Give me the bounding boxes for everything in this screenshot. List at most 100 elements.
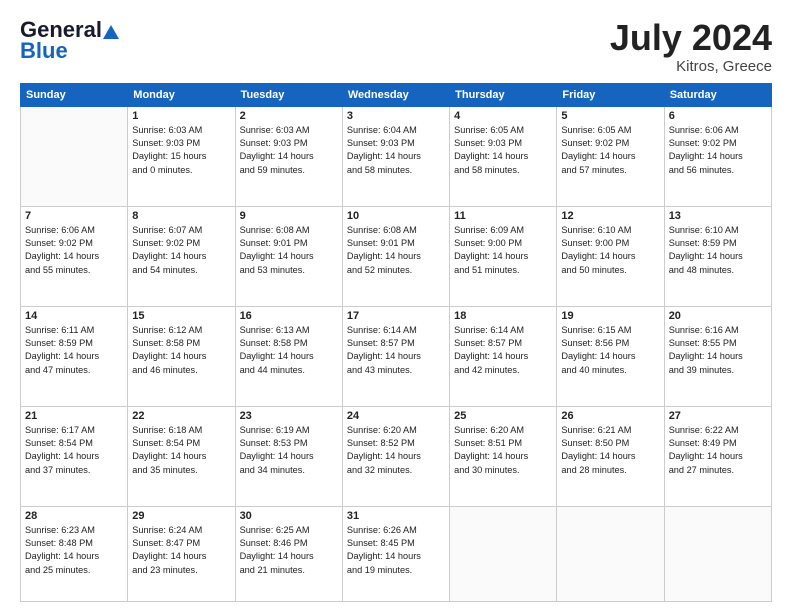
day-number: 22 <box>132 410 230 422</box>
title-block: July 2024 Kitros, Greece <box>610 18 772 75</box>
calendar-cell: 2Sunrise: 6:03 AM Sunset: 9:03 PM Daylig… <box>235 106 342 206</box>
day-number: 18 <box>454 310 552 322</box>
day-info: Sunrise: 6:13 AM Sunset: 8:58 PM Dayligh… <box>240 324 338 377</box>
calendar-cell: 17Sunrise: 6:14 AM Sunset: 8:57 PM Dayli… <box>342 306 449 406</box>
day-info: Sunrise: 6:10 AM Sunset: 9:00 PM Dayligh… <box>561 224 659 277</box>
day-number: 15 <box>132 310 230 322</box>
logo-blue: Blue <box>20 38 68 64</box>
day-number: 20 <box>669 310 767 322</box>
day-info: Sunrise: 6:08 AM Sunset: 9:01 PM Dayligh… <box>240 224 338 277</box>
calendar-cell: 5 Sunrise: 6:05 AM Sunset: 9:02 PM Daylig… <box>557 106 664 206</box>
day-info: Sunrise: 6:06 AM Sunset: 9:02 PM Dayligh… <box>669 124 767 177</box>
header: General Blue July 2024 Kitros, Greece <box>20 18 772 75</box>
calendar-cell: 3 Sunrise: 6:04 AM Sunset: 9:03 PM Daylig… <box>342 106 449 206</box>
calendar-cell: 7 Sunrise: 6:06 AM Sunset: 9:02 PM Daylig… <box>21 206 128 306</box>
day-number: 25 <box>454 410 552 422</box>
day-number: 8 <box>132 210 230 222</box>
day-number: 9 <box>240 210 338 222</box>
calendar-col-sunday: Sunday <box>21 83 128 106</box>
day-info: Sunrise: 6:20 AM Sunset: 8:51 PM Dayligh… <box>454 424 552 477</box>
day-number: 11 <box>454 210 552 222</box>
day-info: Sunrise: 6:03 AM Sunset: 9:03 PM Dayligh… <box>132 124 230 177</box>
day-number: 12 <box>561 210 659 222</box>
calendar-cell: 22 Sunrise: 6:18 AM Sunset: 8:54 PM Dayli… <box>128 406 235 506</box>
day-info: Sunrise: 6:18 AM Sunset: 8:54 PM Dayligh… <box>132 424 230 477</box>
calendar-cell: 29Sunrise: 6:24 AM Sunset: 8:47 PM Dayli… <box>128 506 235 601</box>
day-number: 14 <box>25 310 123 322</box>
day-number: 1 <box>132 110 230 122</box>
calendar-cell <box>557 506 664 601</box>
day-number: 28 <box>25 510 123 522</box>
calendar-cell: 30 Sunrise: 6:25 AM Sunset: 8:46 PM Dayli… <box>235 506 342 601</box>
calendar-cell <box>450 506 557 601</box>
calendar-cell: 25 Sunrise: 6:20 AM Sunset: 8:51 PM Dayli… <box>450 406 557 506</box>
day-info: Sunrise: 6:06 AM Sunset: 9:02 PM Dayligh… <box>25 224 123 277</box>
day-info: Sunrise: 6:16 AM Sunset: 8:55 PM Dayligh… <box>669 324 767 377</box>
day-number: 30 <box>240 510 338 522</box>
day-info: Sunrise: 6:14 AM Sunset: 8:57 PM Dayligh… <box>347 324 445 377</box>
day-info: Sunrise: 6:04 AM Sunset: 9:03 PM Dayligh… <box>347 124 445 177</box>
day-number: 29 <box>132 510 230 522</box>
day-info: Sunrise: 6:26 AM Sunset: 8:45 PM Dayligh… <box>347 524 445 577</box>
calendar-cell <box>664 506 771 601</box>
calendar-cell: 11 Sunrise: 6:09 AM Sunset: 9:00 PM Dayli… <box>450 206 557 306</box>
day-number: 31 <box>347 510 445 522</box>
day-number: 3 <box>347 110 445 122</box>
day-info: Sunrise: 6:20 AM Sunset: 8:52 PM Dayligh… <box>347 424 445 477</box>
month-title: July 2024 <box>610 18 772 58</box>
day-info: Sunrise: 6:21 AM Sunset: 8:50 PM Dayligh… <box>561 424 659 477</box>
day-info: Sunrise: 6:25 AM Sunset: 8:46 PM Dayligh… <box>240 524 338 577</box>
day-info: Sunrise: 6:15 AM Sunset: 8:56 PM Dayligh… <box>561 324 659 377</box>
day-info: Sunrise: 6:14 AM Sunset: 8:57 PM Dayligh… <box>454 324 552 377</box>
calendar-cell: 28Sunrise: 6:23 AM Sunset: 8:48 PM Dayli… <box>21 506 128 601</box>
day-number: 13 <box>669 210 767 222</box>
calendar-col-saturday: Saturday <box>664 83 771 106</box>
calendar-cell: 21Sunrise: 6:17 AM Sunset: 8:54 PM Dayli… <box>21 406 128 506</box>
calendar-cell: 31 Sunrise: 6:26 AM Sunset: 8:45 PM Dayli… <box>342 506 449 601</box>
calendar-cell: 23 Sunrise: 6:19 AM Sunset: 8:53 PM Dayli… <box>235 406 342 506</box>
calendar-cell: 18 Sunrise: 6:14 AM Sunset: 8:57 PM Dayli… <box>450 306 557 406</box>
calendar-week-3: 14 Sunrise: 6:11 AM Sunset: 8:59 PM Dayli… <box>21 306 772 406</box>
calendar-cell: 4Sunrise: 6:05 AM Sunset: 9:03 PM Daylig… <box>450 106 557 206</box>
day-number: 23 <box>240 410 338 422</box>
calendar-cell: 19Sunrise: 6:15 AM Sunset: 8:56 PM Dayli… <box>557 306 664 406</box>
day-info: Sunrise: 6:05 AM Sunset: 9:02 PM Dayligh… <box>561 124 659 177</box>
calendar-col-friday: Friday <box>557 83 664 106</box>
day-info: Sunrise: 6:11 AM Sunset: 8:59 PM Dayligh… <box>25 324 123 377</box>
calendar-cell: 8 Sunrise: 6:07 AM Sunset: 9:02 PM Daylig… <box>128 206 235 306</box>
day-number: 21 <box>25 410 123 422</box>
calendar-cell: 6 Sunrise: 6:06 AM Sunset: 9:02 PM Daylig… <box>664 106 771 206</box>
calendar-header-row: SundayMondayTuesdayWednesdayThursdayFrid… <box>21 83 772 106</box>
day-number: 16 <box>240 310 338 322</box>
day-info: Sunrise: 6:19 AM Sunset: 8:53 PM Dayligh… <box>240 424 338 477</box>
day-info: Sunrise: 6:12 AM Sunset: 8:58 PM Dayligh… <box>132 324 230 377</box>
calendar-col-thursday: Thursday <box>450 83 557 106</box>
day-number: 6 <box>669 110 767 122</box>
day-number: 24 <box>347 410 445 422</box>
calendar-cell: 27 Sunrise: 6:22 AM Sunset: 8:49 PM Dayli… <box>664 406 771 506</box>
calendar-cell: 9 Sunrise: 6:08 AM Sunset: 9:01 PM Daylig… <box>235 206 342 306</box>
logo-icon <box>103 25 119 39</box>
day-number: 26 <box>561 410 659 422</box>
day-number: 10 <box>347 210 445 222</box>
calendar-cell: 26 Sunrise: 6:21 AM Sunset: 8:50 PM Dayli… <box>557 406 664 506</box>
calendar-col-monday: Monday <box>128 83 235 106</box>
location: Kitros, Greece <box>610 58 772 75</box>
calendar-cell: 15 Sunrise: 6:12 AM Sunset: 8:58 PM Dayli… <box>128 306 235 406</box>
day-number: 27 <box>669 410 767 422</box>
calendar-cell: 24 Sunrise: 6:20 AM Sunset: 8:52 PM Dayli… <box>342 406 449 506</box>
day-number: 4 <box>454 110 552 122</box>
calendar-cell: 13 Sunrise: 6:10 AM Sunset: 8:59 PM Dayli… <box>664 206 771 306</box>
day-number: 5 <box>561 110 659 122</box>
day-info: Sunrise: 6:22 AM Sunset: 8:49 PM Dayligh… <box>669 424 767 477</box>
calendar-week-2: 7 Sunrise: 6:06 AM Sunset: 9:02 PM Daylig… <box>21 206 772 306</box>
page: General Blue July 2024 Kitros, Greece Su… <box>0 0 792 612</box>
day-number: 7 <box>25 210 123 222</box>
day-info: Sunrise: 6:07 AM Sunset: 9:02 PM Dayligh… <box>132 224 230 277</box>
calendar-cell: 16 Sunrise: 6:13 AM Sunset: 8:58 PM Dayli… <box>235 306 342 406</box>
day-info: Sunrise: 6:10 AM Sunset: 8:59 PM Dayligh… <box>669 224 767 277</box>
calendar-cell: 20 Sunrise: 6:16 AM Sunset: 8:55 PM Dayli… <box>664 306 771 406</box>
calendar-cell: 1 Sunrise: 6:03 AM Sunset: 9:03 PM Daylig… <box>128 106 235 206</box>
calendar-cell <box>21 106 128 206</box>
day-info: Sunrise: 6:09 AM Sunset: 9:00 PM Dayligh… <box>454 224 552 277</box>
